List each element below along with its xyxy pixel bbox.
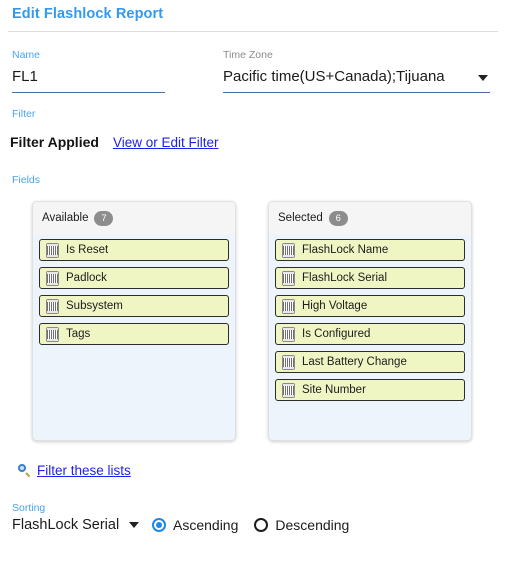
time-zone-field-group: Time Zone Pacific time(US+Canada);Tijuan… xyxy=(223,49,490,93)
list-item-label: Padlock xyxy=(66,272,107,284)
column-icon xyxy=(46,298,59,314)
column-icon xyxy=(282,242,295,258)
filter-section: Filter xyxy=(0,108,506,120)
list-item[interactable]: Last Battery Change xyxy=(275,351,465,373)
name-input-underline xyxy=(12,92,165,93)
fields-section-label: Fields xyxy=(12,174,41,186)
available-count-badge: 7 xyxy=(94,210,114,226)
list-item[interactable]: Site Number xyxy=(275,379,465,401)
radio-ascending[interactable] xyxy=(152,518,166,532)
column-icon xyxy=(282,270,295,286)
chevron-down-icon xyxy=(478,75,488,81)
column-icon xyxy=(46,326,59,342)
time-zone-select[interactable]: Pacific time(US+Canada);Tijuana xyxy=(223,66,490,88)
list-item[interactable]: Tags xyxy=(39,323,229,345)
list-item-label: Site Number xyxy=(302,384,366,396)
sorting-field-select[interactable]: FlashLock Serial xyxy=(12,517,152,533)
radio-ascending-label: Ascending xyxy=(173,517,239,533)
time-zone-value: Pacific time(US+Canada);Tijuana xyxy=(223,68,445,85)
filter-section-label: Filter xyxy=(12,108,36,120)
time-zone-underline xyxy=(223,92,490,93)
time-zone-label: Time Zone xyxy=(223,49,273,61)
filter-these-lists-link[interactable]: Filter these lists xyxy=(37,463,131,478)
list-item-label: Tags xyxy=(66,328,91,340)
sorting-field-value: FlashLock Serial xyxy=(12,517,120,533)
available-panel-body[interactable]: Is Reset Padlock Subsystem Tags xyxy=(33,234,235,440)
list-item[interactable]: High Voltage xyxy=(275,295,465,317)
selected-panel-header: Selected 6 xyxy=(269,202,471,234)
list-item-label: Last Battery Change xyxy=(302,356,407,368)
column-icon xyxy=(282,382,295,398)
sorting-section: Sorting FlashLock Serial Ascending Desce… xyxy=(0,502,506,533)
page-title: Edit Flashlock Report xyxy=(12,6,164,22)
column-icon xyxy=(46,270,59,286)
column-icon xyxy=(46,242,59,258)
column-icon xyxy=(282,298,295,314)
filter-these-lists-row[interactable]: Filter these lists xyxy=(0,463,506,478)
sorting-controls-row: FlashLock Serial Ascending Descending xyxy=(12,517,506,533)
list-item-label: Is Configured xyxy=(302,328,371,340)
selected-fields-panel: Selected 6 FlashLock Name FlashLock Seri… xyxy=(268,201,472,441)
chevron-down-icon xyxy=(129,522,140,528)
radio-descending-label: Descending xyxy=(275,517,350,533)
available-panel-header: Available 7 xyxy=(33,202,235,234)
fields-panels: Available 7 Is Reset Padlock Subsystem T… xyxy=(0,201,506,447)
name-field-label: Name xyxy=(12,49,41,61)
column-icon xyxy=(282,326,295,342)
fields-section: Fields xyxy=(0,174,506,186)
magnifier-icon xyxy=(18,464,31,478)
selected-panel-body[interactable]: FlashLock Name FlashLock Serial High Vol… xyxy=(269,234,471,440)
list-item[interactable]: Is Configured xyxy=(275,323,465,345)
list-item[interactable]: FlashLock Serial xyxy=(275,267,465,289)
selected-panel-title: Selected xyxy=(278,212,323,224)
view-or-edit-filter-link[interactable]: View or Edit Filter xyxy=(113,135,219,150)
sort-direction-descending[interactable]: Descending xyxy=(254,517,349,533)
name-input[interactable]: FL1 xyxy=(12,66,165,88)
list-item-label: Is Reset xyxy=(66,244,109,256)
sorting-section-label: Sorting xyxy=(12,502,46,514)
filter-status-text: Filter Applied xyxy=(10,134,99,150)
selected-count-badge: 6 xyxy=(328,210,348,226)
top-form-row: Name FL1 Time Zone Pacific time(US+Canad… xyxy=(0,49,506,97)
radio-descending[interactable] xyxy=(254,518,269,532)
name-field-group: Name FL1 xyxy=(12,49,165,93)
list-item[interactable]: FlashLock Name xyxy=(275,239,465,261)
available-fields-panel: Available 7 Is Reset Padlock Subsystem T… xyxy=(32,201,236,441)
list-item-label: FlashLock Serial xyxy=(302,272,388,284)
column-icon xyxy=(282,354,295,370)
list-item[interactable]: Is Reset xyxy=(39,239,229,261)
list-item[interactable]: Subsystem xyxy=(39,295,229,317)
list-item-label: High Voltage xyxy=(302,300,368,312)
list-item[interactable]: Padlock xyxy=(39,267,229,289)
list-item-label: Subsystem xyxy=(66,300,123,312)
available-panel-title: Available xyxy=(42,212,89,224)
sort-direction-ascending[interactable]: Ascending xyxy=(152,517,238,533)
filter-status-row: Filter Applied View or Edit Filter xyxy=(0,134,506,150)
title-divider xyxy=(8,31,498,32)
list-item-label: FlashLock Name xyxy=(302,244,389,256)
